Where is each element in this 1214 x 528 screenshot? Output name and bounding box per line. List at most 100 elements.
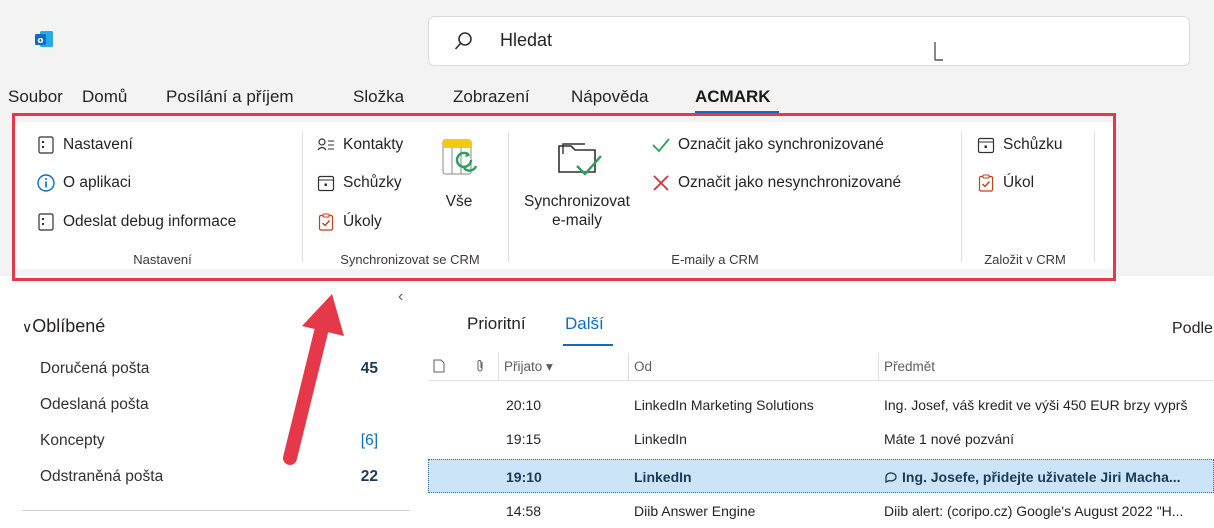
svg-text:o: o [37,36,43,46]
message-sender: LinkedIn Marketing Solutions [634,397,814,413]
document-list-icon [38,213,54,231]
message-subject: Ing. Josef, váš kredit ve výši 450 EUR b… [884,397,1188,413]
ribbon-panel: Nastavení O aplikaci Odeslat debug infor… [15,122,1113,269]
mark-unsynced-button[interactable]: Označit jako nesynchronizované [652,174,901,192]
column-separator [628,353,629,381]
contacts-icon [317,138,334,151]
message-row[interactable]: 20:10 LinkedIn Marketing Solutions Ing. … [428,388,1214,422]
clipboard-check-icon [318,213,334,231]
message-row[interactable]: 19:15 LinkedIn Máte 1 nové pozvání [428,422,1214,456]
contacts-label: Kontakty [343,136,404,153]
menu-posilani[interactable]: Posílání a příjem [166,87,294,107]
settings-button[interactable]: Nastavení [37,136,133,154]
debug-label: Odeslat debug informace [63,213,237,230]
tab-other[interactable]: Další [565,314,604,334]
message-sender: LinkedIn [634,431,687,447]
favorites-header[interactable]: ∨Oblíbené [22,316,105,337]
create-task-label: Úkol [1003,174,1035,191]
sync-all-icon [442,139,478,175]
folder-sent[interactable]: Odeslaná pošta [40,396,149,414]
contacts-button[interactable]: Kontakty [317,136,403,154]
menu-domu[interactable]: Domů [82,87,127,107]
tasks-label: Úkoly [343,213,382,230]
message-time: 19:15 [506,431,542,447]
sort-button[interactable]: Podle [1172,320,1213,338]
about-label: O aplikaci [63,174,132,191]
menu-napoveda[interactable]: Nápověda [571,87,649,107]
create-meeting-label: Schůzku [1003,136,1063,153]
sort-desc-icon: ▾ [546,359,553,374]
message-sender: Diib Answer Engine [634,503,756,519]
clipboard-check-icon [978,174,994,192]
favorites-label: Oblíbené [32,316,106,336]
column-separator [498,353,499,381]
search-box[interactable]: Hledat [428,16,1190,66]
message-subject: Diib alert: (coripo.cz) Google's August … [884,503,1184,519]
folder-label: Koncepty [40,432,105,449]
sync-all-button[interactable]: Vše [433,132,493,232]
active-tab-underline [695,111,779,114]
conversation-icon [885,472,897,484]
message-row-selected[interactable]: 19:10 LinkedIn Ing. Josefe, přidejte uži… [428,459,1214,493]
folder-label: Odeslaná pošta [40,396,149,413]
column-label: Přijato [504,359,543,374]
group-separator [302,132,303,262]
group-label-create: Založit v CRM [984,252,1066,267]
annotation-arrow-icon [283,294,344,465]
column-from[interactable]: Od [634,359,652,374]
column-subject[interactable]: Předmět [884,359,935,374]
folder-drafts[interactable]: Koncepty [40,432,105,450]
meetings-label: Schůzky [343,174,402,191]
message-row[interactable]: 14:58 Diib Answer Engine Diib alert: (co… [428,494,1214,528]
group-label-emails: E-maily a CRM [671,252,759,267]
message-subject: Máte 1 nové pozvání [884,431,1014,447]
folder-label: Odstraněná pošta [40,468,164,485]
folder-deleted[interactable]: Odstraněná pošta [40,468,163,486]
checkmark-icon [652,138,670,153]
group-separator [961,132,962,262]
sync-emails-label-2: e-maily [552,212,602,229]
column-received[interactable]: Přijato ▾ [504,359,553,375]
menu-slozka[interactable]: Složka [353,87,404,107]
group-label-nastaveni: Nastavení [133,252,192,267]
settings-list-icon [38,136,54,154]
folder-label: Doručená pošta [40,360,150,377]
document-icon[interactable] [433,359,445,373]
divider [22,510,410,511]
text-cursor-icon [934,42,943,61]
chevron-down-icon: ∨ [22,319,33,335]
message-time: 20:10 [506,397,542,413]
message-list-header: Přijato ▾ Od Předmět [428,353,1214,381]
meetings-button[interactable]: Schůzky [317,174,402,192]
menu-acmark[interactable]: ACMARK [695,87,771,107]
message-time: 14:58 [506,503,542,519]
folder-check-icon [558,143,602,176]
search-icon [454,32,472,50]
folder-inbox[interactable]: Doručená pošta [40,360,149,378]
group-label-sync: Synchronizovat se CRM [340,252,480,267]
mark-synced-label: Označit jako synchronizované [678,136,884,153]
about-button[interactable]: O aplikaci [37,174,131,192]
mark-synced-button[interactable]: Označit jako synchronizované [652,136,884,154]
tab-focused[interactable]: Prioritní [467,314,526,334]
group-separator [508,132,509,262]
outlook-logo-icon[interactable]: o [34,30,54,48]
sync-emails-label-1: Synchronizovat [524,193,630,210]
calendar-icon [977,137,995,154]
sync-emails-button[interactable]: Synchronizovat e-maily [515,132,639,237]
menu-soubor[interactable]: Soubor [8,87,63,107]
attachment-icon[interactable] [475,359,485,373]
create-meeting-button[interactable]: Schůzku [977,136,1062,154]
message-subject: Ing. Josefe, přidejte uživatele Jiri Mac… [902,469,1181,485]
settings-label: Nastavení [63,136,133,153]
debug-button[interactable]: Odeslat debug informace [37,213,236,231]
search-input[interactable]: Hledat [500,30,552,51]
menu-bar: Soubor Domů Posílání a příjem Složka Zob… [0,80,1214,116]
tasks-button[interactable]: Úkoly [317,213,382,231]
folder-count: 22 [360,468,378,485]
menu-zobrazeni[interactable]: Zobrazení [453,87,530,107]
message-sender: LinkedIn [634,469,692,485]
active-tab-underline [563,344,613,346]
collapse-pane-icon[interactable]: ‹ [398,288,403,306]
create-task-button[interactable]: Úkol [977,174,1034,192]
